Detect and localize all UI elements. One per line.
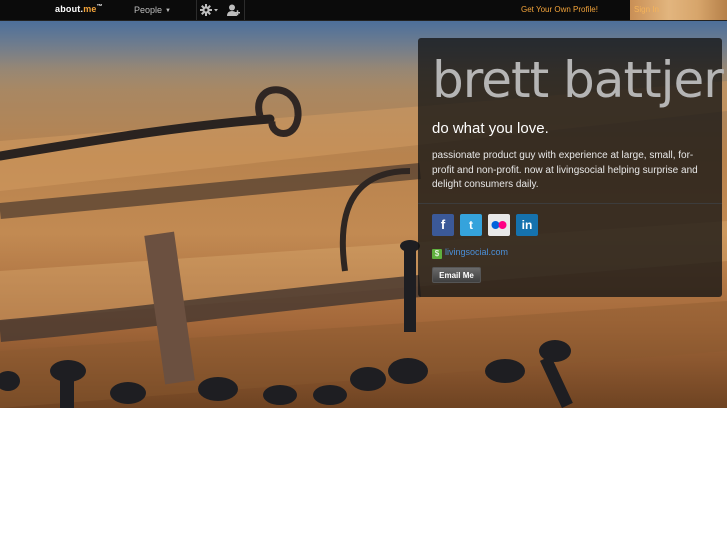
get-your-own-profile-link[interactable]: Get Your Own Profile!: [521, 5, 598, 14]
linkedin-icon[interactable]: in: [516, 214, 538, 236]
logo-prefix: about.: [55, 4, 84, 14]
profile-bio: passionate product guy with experience a…: [432, 150, 698, 190]
people-menu[interactable]: People ▼: [134, 5, 171, 15]
facebook-icon[interactable]: f: [432, 214, 454, 236]
dollar-badge-icon: $: [432, 249, 442, 259]
twitter-icon[interactable]: t: [460, 214, 482, 236]
profile-card: brett battjer do what you love. passiona…: [418, 38, 724, 297]
sign-in-button[interactable]: Sign In: [630, 0, 727, 20]
logo-accent: me: [83, 4, 97, 14]
website-link[interactable]: $ livingsocial.com: [432, 247, 508, 259]
sign-in-label: Sign In: [634, 5, 659, 14]
people-menu-label: People: [134, 5, 163, 15]
card-divider: [418, 203, 722, 204]
profile-headline: do what you love.: [432, 120, 549, 137]
user-icon[interactable]: [226, 3, 240, 17]
nav-divider: [244, 0, 245, 20]
gear-icon[interactable]: [199, 3, 221, 17]
website-link-text: livingsocial.com: [445, 247, 509, 257]
chevron-down-icon: ▼: [165, 8, 171, 14]
top-navigation-bar: about.me™ People▼ Get Your Own Profile!: [0, 0, 727, 21]
logo-trademark: ™: [96, 4, 103, 10]
email-me-button[interactable]: Email Me: [432, 267, 481, 283]
flickr-icon[interactable]: [488, 214, 510, 236]
about-me-logo[interactable]: about.me™: [55, 4, 103, 14]
profile-name: brett battjer: [432, 51, 724, 109]
nav-divider: [196, 0, 197, 20]
